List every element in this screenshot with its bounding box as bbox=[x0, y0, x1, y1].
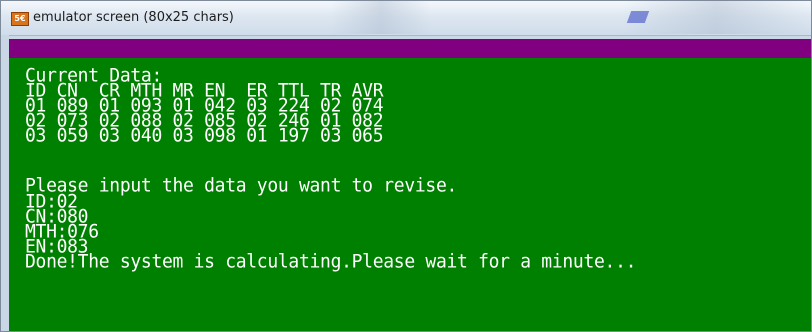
title-bar[interactable]: 5€ emulator screen (80x25 chars) bbox=[1, 1, 811, 36]
console-line-status: Done!The system is calculating.Please wa… bbox=[25, 250, 637, 273]
status-bar bbox=[9, 39, 811, 58]
window-border bbox=[1, 35, 9, 331]
console-screen[interactable]: Current Data: ID CN CR MTH MR EN ER TTL … bbox=[9, 58, 811, 331]
app-icon[interactable]: 5€ bbox=[11, 12, 29, 26]
background-window-ghost bbox=[331, 1, 431, 34]
console-line-table-row: 03 059 03 040 03 098 01 197 03 065 bbox=[25, 124, 384, 147]
console-line-prompt: Please input the data you want to revise… bbox=[25, 174, 458, 197]
emulator-window: 5€ emulator screen (80x25 chars) Current… bbox=[0, 0, 812, 332]
window-title: emulator screen (80x25 chars) bbox=[33, 10, 234, 25]
background-window-ghost bbox=[621, 1, 811, 34]
